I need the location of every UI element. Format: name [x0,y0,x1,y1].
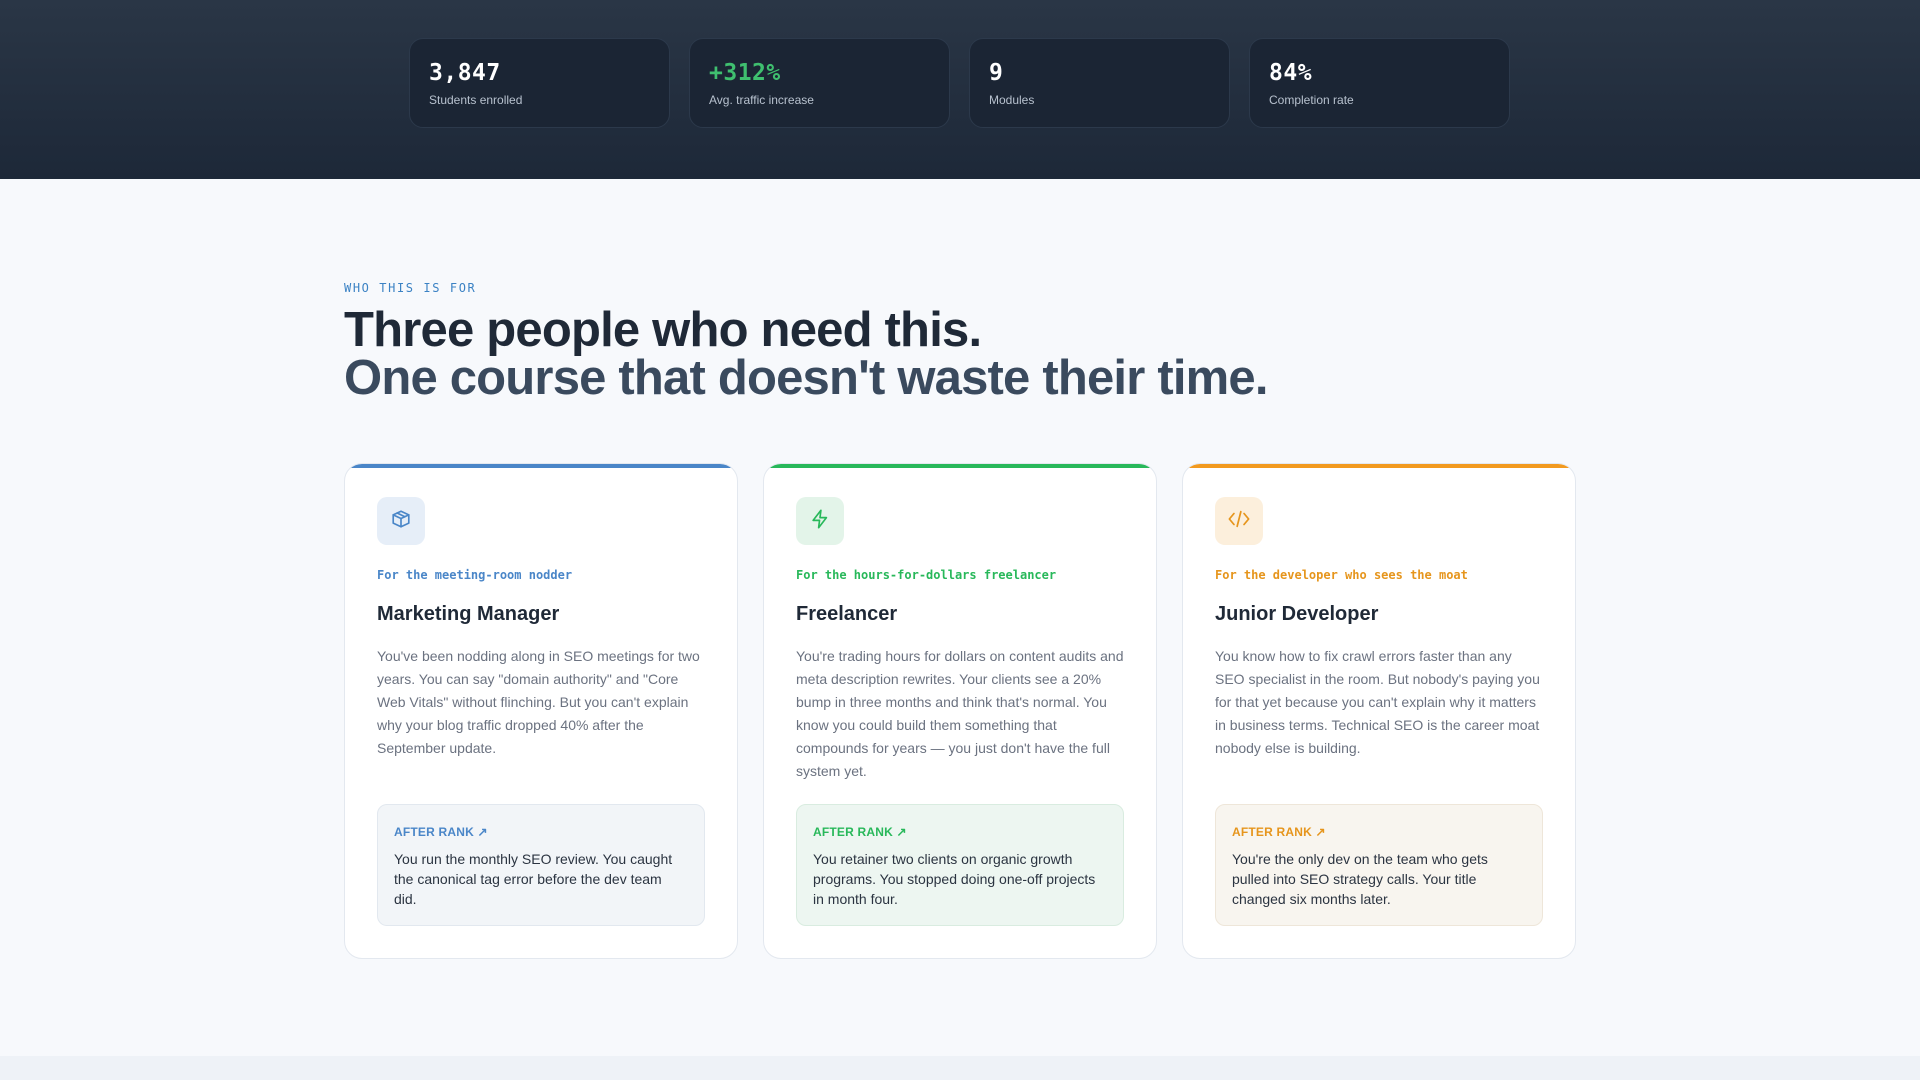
stat-label: Completion rate [1269,93,1354,107]
stat-value: +312% [709,60,781,86]
card-tagline: For the developer who sees the moat [1215,568,1468,582]
stat-value: 84% [1269,60,1313,86]
after-rank-text: You run the monthly SEO review. You caug… [394,851,673,907]
after-rank-text: You're the only dev on the team who gets… [1232,851,1488,907]
stat-card-traffic: +312% Avg. traffic increase [689,38,950,128]
stat-value: 3,847 [429,60,501,86]
section-headline: Three people who need this. One course t… [344,303,1268,405]
stats-band: 3,847 Students enrolled +312% Avg. traff… [0,0,1920,179]
section-eyebrow: WHO THIS IS FOR [344,281,477,295]
card-body: You've been nodding along in SEO meeting… [377,648,700,756]
after-rank-box: AFTER RANK ↗ You run the monthly SEO rev… [377,804,705,926]
headline-line-2: One course that doesn't waste their time… [344,351,1268,405]
after-rank-label: AFTER RANK ↗ [813,825,907,839]
stat-card-students: 3,847 Students enrolled [409,38,670,128]
stat-card-completion: 84% Completion rate [1249,38,1510,128]
next-section-edge [0,1056,1920,1080]
after-rank-box: AFTER RANK ↗ You retainer two clients on… [796,804,1124,926]
card-accent-bar [764,464,1156,468]
card-tagline: For the hours-for-dollars freelancer [796,568,1057,582]
after-rank-text: You retainer two clients on organic grow… [813,851,1096,907]
card-title: Freelancer [796,603,898,625]
cube-icon [390,508,412,535]
card-accent-bar [1183,464,1575,468]
card-icon-box [796,497,844,545]
card-title: Junior Developer [1215,603,1379,625]
persona-card-marketing-manager: For the meeting-room nodder Marketing Ma… [344,463,738,959]
card-icon-box [1215,497,1263,545]
stat-label: Modules [989,93,1035,107]
persona-card-junior-developer: For the developer who sees the moat Juni… [1182,463,1576,959]
headline-line-1: Three people who need this. [344,303,982,357]
card-accent-bar [345,464,737,468]
lightning-icon [809,508,831,535]
card-icon-box [377,497,425,545]
after-rank-label: AFTER RANK ↗ [1232,825,1326,839]
persona-card-freelancer: For the hours-for-dollars freelancer Fre… [763,463,1157,959]
after-rank-label: AFTER RANK ↗ [394,825,488,839]
card-body: You know how to fix crawl errors faster … [1215,648,1540,756]
card-title: Marketing Manager [377,603,560,625]
stat-card-modules: 9 Modules [969,38,1230,128]
card-tagline: For the meeting-room nodder [377,568,573,582]
card-body: You're trading hours for dollars on cont… [796,648,1124,779]
stats-row: 3,847 Students enrolled +312% Avg. traff… [409,38,1510,128]
after-rank-box: AFTER RANK ↗ You're the only dev on the … [1215,804,1543,926]
stat-value: 9 [989,60,1004,86]
code-icon [1227,508,1251,535]
persona-cards: For the meeting-room nodder Marketing Ma… [344,463,1576,959]
stat-label: Avg. traffic increase [709,93,814,107]
stat-label: Students enrolled [429,93,523,107]
